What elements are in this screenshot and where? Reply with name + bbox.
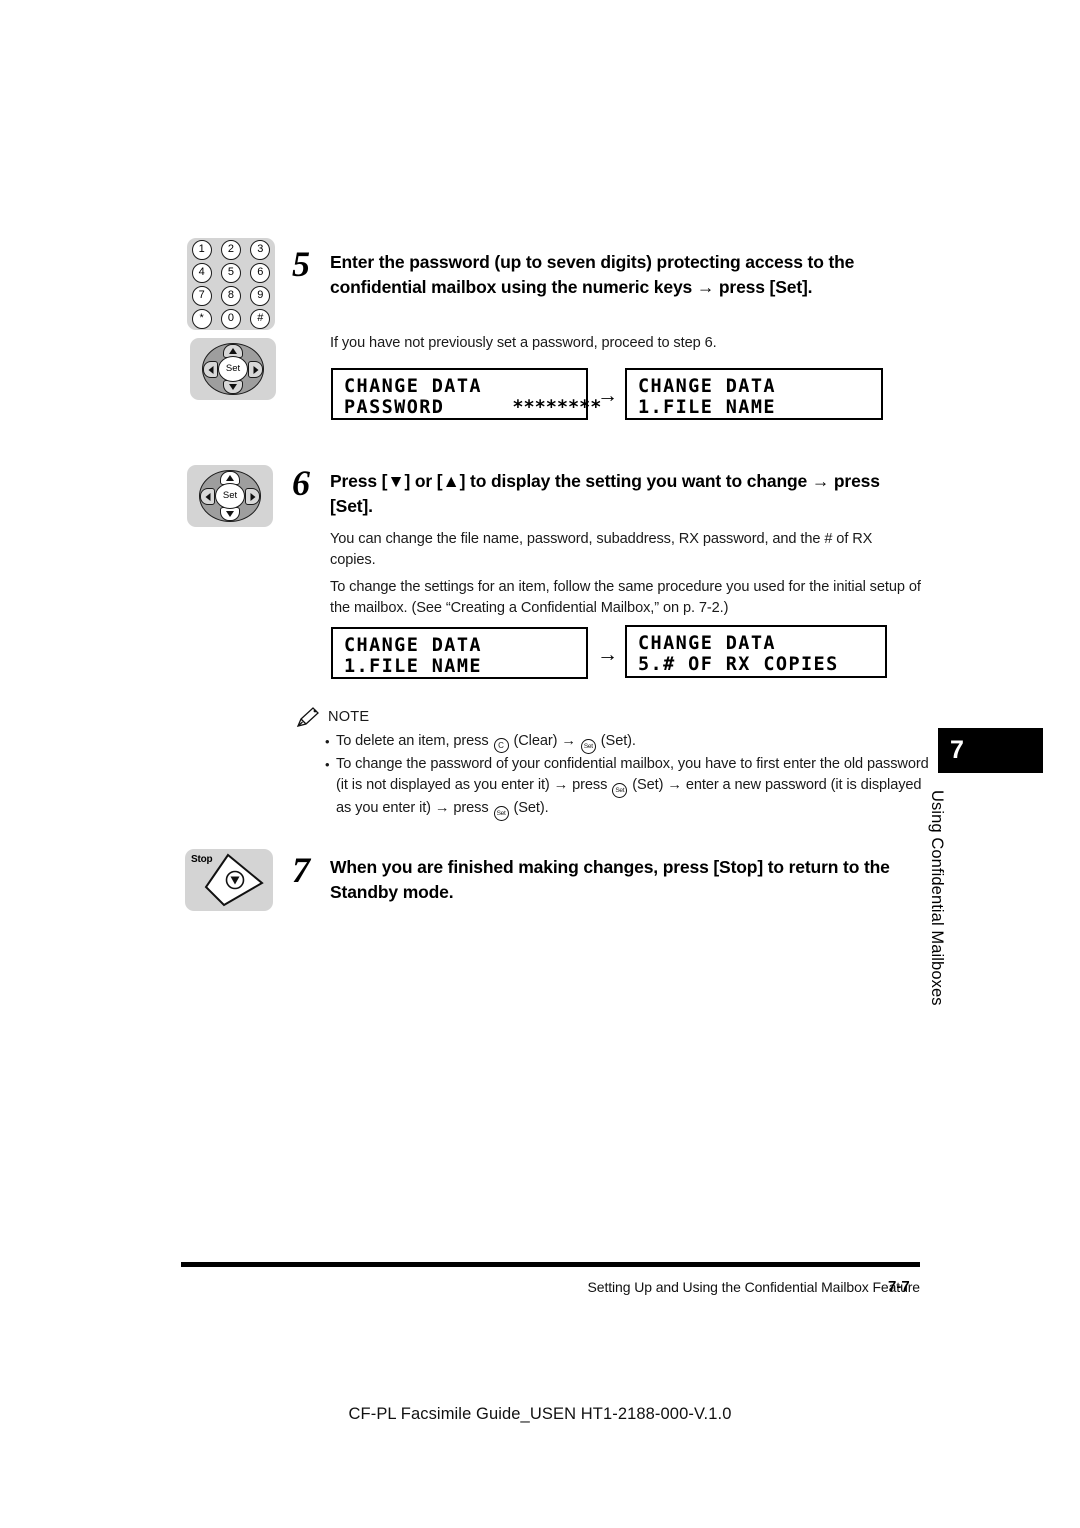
numeric-key-asterisk: * [191, 308, 212, 329]
set-key-icon: Set [493, 806, 509, 821]
lcd-line-1: CHANGE DATA [638, 633, 776, 654]
note-title: NOTE [328, 709, 370, 725]
step-number-5: 5 [292, 244, 310, 284]
lcd-line-2: 5.# OF RX COPIES [638, 654, 839, 675]
note-text: To delete an item, press [336, 733, 489, 749]
note-text: To change the password of your confident… [336, 756, 864, 772]
arrow-icon: → [434, 800, 450, 816]
pencil-icon [296, 706, 322, 733]
flow-arrow-icon-2: → [597, 643, 618, 666]
lcd-line-1: CHANGE DATA [344, 376, 482, 397]
lcd-line-2: 1.FILE NAME [638, 397, 776, 418]
note-text: (Set). [513, 800, 549, 816]
bullet-icon: • [325, 734, 330, 749]
note-text: enter a new [685, 777, 761, 793]
dpad-left-icon [203, 361, 218, 378]
dpad-right-icon [245, 488, 260, 505]
numeric-key-8: 8 [220, 285, 241, 306]
numeric-keypad-icon: 1 2 3 4 5 6 7 8 9 * 0 # [187, 238, 275, 330]
manual-page: 1 2 3 4 5 6 7 8 9 * 0 # Set 5 Enter the … [0, 0, 1080, 1528]
note-text: press [453, 800, 489, 816]
lcd-display-change-data-rx-copies: CHANGE DATA 5.# OF RX COPIES [625, 625, 887, 678]
note-text: press [572, 777, 608, 793]
lcd-display-change-data-file-name-1: CHANGE DATA 1.FILE NAME [625, 368, 883, 420]
dpad-right-icon [248, 361, 263, 378]
step-body-5: If you have not previously set a passwor… [330, 335, 717, 351]
numeric-key-5: 5 [220, 262, 241, 283]
numeric-key-2: 2 [220, 239, 241, 260]
step-heading-7: When you are finished making changes, pr… [330, 857, 890, 902]
footer-title: Setting Up and Using the Confidential Ma… [587, 1279, 921, 1295]
chapter-tab-number: 7 [950, 736, 964, 764]
set-key-label: Set [215, 483, 245, 509]
lcd-line-2: PASSWORD ******** [344, 397, 602, 418]
set-key-label: Set [218, 356, 248, 382]
arrow-icon: → [667, 777, 682, 793]
lcd-line-2: 1.FILE NAME [344, 656, 482, 677]
step-number-7: 7 [292, 850, 310, 890]
note-item-2: • To change the password of your confide… [325, 754, 936, 821]
chapter-tab: 7 [938, 728, 1043, 773]
stop-key-shape [202, 853, 266, 914]
dpad-left-icon [200, 488, 215, 505]
step-body-6-b: To change the settings for an item, foll… [330, 579, 921, 616]
bullet-icon: • [325, 757, 330, 772]
set-key-icon: Set [580, 739, 596, 754]
dpad: Set [199, 470, 261, 522]
numeric-key-7: 7 [191, 285, 212, 306]
lcd-password-mask: ******** [512, 397, 602, 418]
note-text: (Set). [600, 733, 636, 749]
arrow-icon: → [561, 733, 576, 749]
set-directional-pad-icon: Set [190, 338, 276, 400]
set-key-icon: Set [612, 783, 628, 798]
arrow-icon: → [553, 777, 569, 793]
numeric-key-0: 0 [220, 308, 241, 329]
numeric-key-4: 4 [191, 262, 212, 283]
flow-arrow-icon-1: → [597, 384, 618, 407]
lcd-line-1: CHANGE DATA [638, 376, 776, 397]
numeric-key-6: 6 [250, 262, 271, 283]
numeric-key-3: 3 [250, 239, 271, 260]
note-text: (Set) [632, 777, 664, 793]
footer-rule [181, 1262, 920, 1267]
clear-key-icon: C [493, 738, 509, 753]
set-directional-pad-icon-2: Set [187, 465, 273, 527]
step-number-6: 6 [292, 463, 310, 503]
lcd-line-1: CHANGE DATA [344, 635, 482, 656]
numeric-key-1: 1 [191, 239, 212, 260]
footer-page-number: 7-7 [888, 1278, 910, 1295]
document-code: CF-PL Facsimile Guide_USEN HT1-2188-000-… [348, 1405, 732, 1423]
lcd-display-change-data-password: CHANGE DATA PASSWORD ******** [331, 368, 602, 420]
step-heading-5: Enter the password (up to seven digits) … [330, 252, 855, 297]
stop-key-icon: Stop [185, 849, 273, 911]
numeric-key-9: 9 [250, 285, 271, 306]
step-heading-6: Press [▼] or [▲] to display the setting … [330, 471, 880, 516]
chapter-tab-label: Using Confidential Mailboxes [928, 790, 946, 1006]
note-item-1: • To delete an item, press C (Clear) → S… [325, 731, 936, 754]
note-text: (Clear) [513, 733, 558, 749]
numeric-key-hash: # [250, 308, 271, 329]
dpad: Set [202, 343, 264, 395]
step-body-6-a: You can change the file name, password, … [330, 531, 873, 568]
lcd-display-change-data-file-name-2: CHANGE DATA 1.FILE NAME [331, 627, 588, 679]
